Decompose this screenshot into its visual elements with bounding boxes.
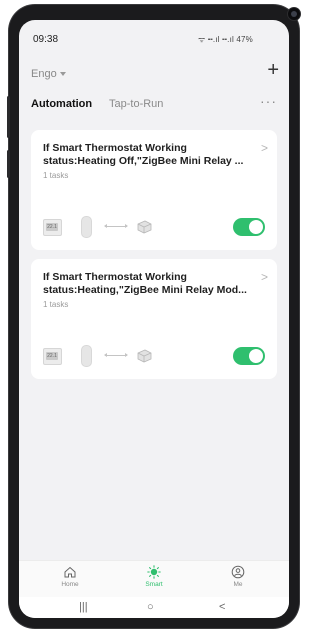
automation-title-line2: status:Heating,"ZigBee Mini Relay Mod... (43, 284, 247, 296)
home-button[interactable]: ○ (147, 601, 154, 613)
power-button (7, 150, 10, 178)
thermostat-device-icon: 22.1 (43, 219, 62, 236)
home-icon (64, 566, 76, 578)
automation-card[interactable]: If Smart Thermostat Working status:Heati… (31, 259, 277, 379)
chevron-right-icon: > (260, 141, 268, 155)
nav-me[interactable]: Me (203, 565, 273, 588)
nav-smart-label: Smart (145, 581, 163, 588)
automation-title-line2: status:Heating Off,"ZigBee Mini Relay ..… (43, 155, 244, 167)
home-selector[interactable]: Engo (31, 68, 66, 80)
automation-task-count: 1 tasks (43, 300, 69, 309)
flow-arrow-icon (104, 353, 128, 357)
automation-card[interactable]: If Smart Thermostat Working status:Heati… (31, 130, 277, 250)
caret-down-icon (59, 72, 66, 77)
tab-automation[interactable]: Automation (31, 98, 92, 110)
back-button[interactable]: < (219, 601, 225, 613)
app-screen: 09:38 ᯤ ╍.ıl ╍.ıl 47% Engo + Automation … (19, 20, 289, 618)
home-name-label: Engo (31, 68, 57, 80)
automation-title-line1: If Smart Thermostat Working (43, 142, 187, 154)
toggle-knob (249, 349, 263, 363)
recents-button[interactable]: ||| (79, 601, 88, 613)
nav-me-label: Me (233, 581, 243, 588)
sensor-device-icon (81, 345, 92, 367)
app-header: Engo + (19, 56, 289, 90)
nav-smart[interactable]: Smart (119, 565, 189, 588)
status-icons: ᯤ ╍.ıl ╍.ıl 47% (197, 35, 253, 44)
automation-title-line1: If Smart Thermostat Working (43, 271, 187, 283)
thermostat-device-icon: 22.1 (43, 348, 62, 365)
sensor-device-icon (81, 216, 92, 238)
bottom-nav: Home Smart Me (19, 560, 289, 597)
more-horizontal-icon[interactable]: ··· (260, 93, 277, 109)
relay-device-icon (137, 220, 152, 234)
automation-toggle[interactable] (233, 218, 265, 236)
relay-device-icon (137, 349, 152, 363)
device-flow: 22.1 (43, 216, 183, 238)
system-nav-bar: ||| ○ < (19, 597, 289, 618)
scene-tabs: Automation Tap-to-Run ··· (19, 92, 289, 116)
front-camera (288, 8, 300, 20)
smart-sun-icon (147, 565, 161, 579)
nav-home-label: Home (61, 581, 79, 588)
nav-home[interactable]: Home (35, 565, 105, 588)
toggle-knob (249, 220, 263, 234)
user-circle-icon (231, 565, 245, 579)
flow-arrow-icon (104, 224, 128, 228)
chevron-right-icon: > (260, 270, 268, 284)
automation-toggle[interactable] (233, 347, 265, 365)
device-flow: 22.1 (43, 345, 183, 367)
status-bar: 09:38 ᯤ ╍.ıl ╍.ıl 47% (19, 20, 289, 56)
status-time: 09:38 (33, 34, 59, 45)
volume-button (7, 96, 10, 138)
plus-icon[interactable]: + (267, 60, 279, 80)
tab-tap-to-run[interactable]: Tap-to-Run (109, 98, 163, 110)
automation-task-count: 1 tasks (43, 171, 69, 180)
